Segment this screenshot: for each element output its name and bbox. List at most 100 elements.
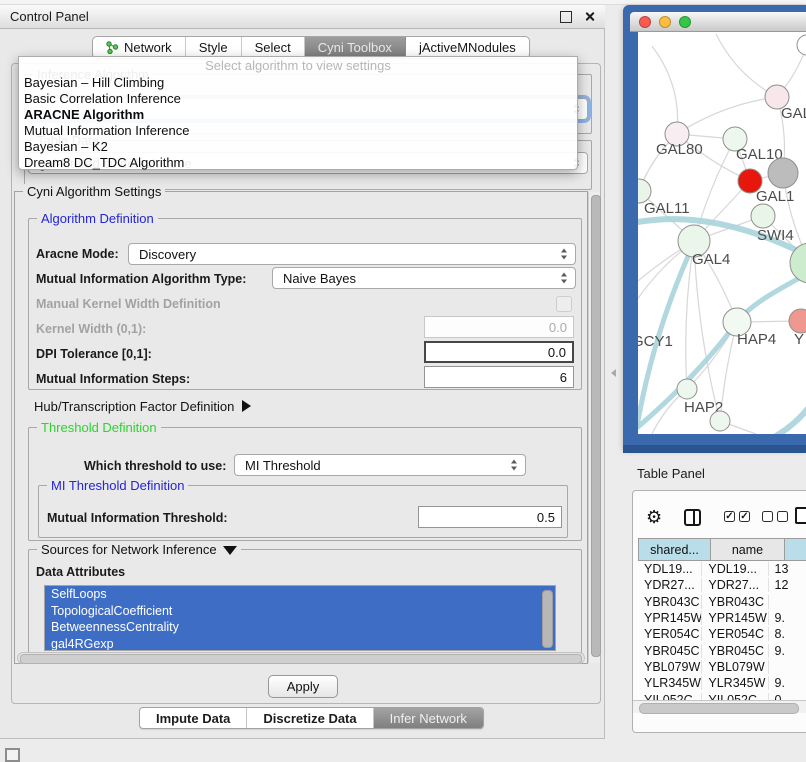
mi-type-label: Mutual Information Algorithm Type: xyxy=(36,272,246,286)
tab-network[interactable]: Network xyxy=(93,37,186,58)
column-header[interactable]: shared... xyxy=(639,539,711,560)
algorithm-option[interactable]: Basic Correlation Inference xyxy=(19,91,577,107)
horizontal-scrollbar[interactable] xyxy=(17,652,585,664)
table-row[interactable]: YDR27...YDR27...12 xyxy=(638,577,806,593)
tab-style[interactable]: Style xyxy=(186,37,242,58)
minimize-traffic-light[interactable] xyxy=(659,16,671,28)
input-value: 0.0 xyxy=(548,345,566,360)
table-cell: YDL19... xyxy=(638,562,702,576)
table-row[interactable]: YER054CYER054C8. xyxy=(638,626,806,642)
table-cell: YPR145W xyxy=(638,611,702,625)
algorithm-option[interactable]: Bayesian – Hill Climbing xyxy=(19,75,577,91)
network-graph: GALGAL80GAL10GAL1GAL11SWI4GAL4GCY1HAP4YH… xyxy=(638,32,806,434)
tab-label: Select xyxy=(255,40,291,55)
scrollbar-thumb[interactable] xyxy=(20,654,582,664)
scrollbar-thumb[interactable] xyxy=(591,195,601,657)
algorithm-option[interactable]: Dream8 DC_TDC Algorithm xyxy=(19,155,577,171)
table-cell: YIL052C xyxy=(638,693,702,700)
algorithm-option[interactable]: Bayesian – K2 xyxy=(19,139,577,155)
scrollbar-thumb[interactable] xyxy=(639,703,799,714)
table-row[interactable]: YBL079WYBL079W xyxy=(638,659,806,675)
network-edge xyxy=(652,46,678,134)
network-node-HAP2[interactable] xyxy=(677,379,697,399)
zoom-traffic-light[interactable] xyxy=(679,16,691,28)
table-cell: YER054C xyxy=(702,627,768,641)
mi-threshold-label: Mutual Information Threshold: xyxy=(47,511,228,525)
tab-select[interactable]: Select xyxy=(242,37,305,58)
splitter-handle-icon[interactable] xyxy=(611,369,616,377)
data-attribute-item[interactable]: TopologicalCoefficient xyxy=(45,603,555,620)
group-title: MI Threshold Definition xyxy=(47,478,188,493)
close-icon[interactable] xyxy=(584,11,595,22)
algorithm-option[interactable]: Mutual Information Inference xyxy=(19,123,577,139)
deselect-all-checkbox-icon[interactable] xyxy=(777,511,788,522)
chevron-updown-icon xyxy=(561,273,568,284)
table-horizontal-scrollbar[interactable] xyxy=(633,700,806,713)
list-scrollbar-thumb[interactable] xyxy=(542,590,553,648)
tab-label: jActiveMNodules xyxy=(419,40,516,55)
network-node-label: GAL11 xyxy=(644,200,690,217)
data-attribute-item[interactable]: gal4RGexp xyxy=(45,636,555,652)
network-node-label: GAL1 xyxy=(756,188,794,205)
table-row[interactable]: YBR043CYBR043C xyxy=(638,594,806,610)
network-canvas[interactable]: GALGAL80GAL10GAL1GAL11SWI4GAL4GCY1HAP4YH… xyxy=(638,32,806,434)
tab-cyni-toolbox[interactable]: Cyni Toolbox xyxy=(305,37,406,58)
which-threshold-combobox[interactable]: MI Threshold xyxy=(234,454,526,476)
table-settings-gear-icon[interactable]: ⚙ xyxy=(646,508,662,526)
algorithm-dropdown-popup: Select algorithm to view settings Bayesi… xyxy=(18,56,578,170)
expanded-arrow-icon xyxy=(223,546,237,555)
mi-algorithm-type-combobox[interactable]: Naive Bayes xyxy=(272,267,576,289)
table-row[interactable]: YDL19...YDL19...13 xyxy=(638,561,806,577)
data-attributes-label: Data Attributes xyxy=(36,565,125,579)
hub-definition-toggle[interactable]: Hub/Transcription Factor Definition xyxy=(34,399,251,414)
vertical-scrollbar[interactable] xyxy=(588,192,600,663)
network-node-Y[interactable] xyxy=(789,309,806,333)
kernel-width-input[interactable]: 0.0 xyxy=(424,316,574,338)
column-header[interactable]: name xyxy=(711,539,785,560)
select-all-checkbox-icon[interactable] xyxy=(724,511,735,522)
input-value: 0.0 xyxy=(549,320,567,335)
select-all-checkbox-icon[interactable] xyxy=(739,511,750,522)
dpi-tolerance-input[interactable]: 0.0 xyxy=(424,341,574,363)
minimized-panel-icon[interactable] xyxy=(5,748,20,762)
column-layout-icon[interactable] xyxy=(684,509,701,526)
network-node[interactable] xyxy=(768,158,798,188)
table-row[interactable]: YLR345WYLR345W9. xyxy=(638,675,806,691)
data-attributes-list[interactable]: SelfLoopsTopologicalCoefficientBetweenne… xyxy=(44,585,556,651)
sources-title: Sources for Network Inference xyxy=(41,542,217,557)
combo-value: Discovery xyxy=(139,247,196,262)
mi-steps-input[interactable]: 6 xyxy=(424,366,574,388)
close-traffic-light[interactable] xyxy=(639,16,651,28)
network-icon xyxy=(106,41,119,54)
table-row[interactable]: YIL052CYIL052C0. xyxy=(638,691,806,700)
network-node[interactable] xyxy=(710,411,730,431)
new-column-icon[interactable] xyxy=(795,507,806,524)
algorithm-option[interactable]: ARACNE Algorithm xyxy=(19,107,577,123)
network-edge xyxy=(716,34,777,97)
tab-infer-network[interactable]: Infer Network xyxy=(374,708,483,728)
network-node-SWI4[interactable] xyxy=(751,204,775,228)
network-node-label: GAL80 xyxy=(656,141,703,158)
float-window-icon[interactable] xyxy=(560,11,572,23)
tab-impute-data[interactable]: Impute Data xyxy=(140,708,247,728)
data-attribute-item[interactable]: BetweennessCentrality xyxy=(45,619,555,636)
table-cell: YER054C xyxy=(638,627,702,641)
mi-threshold-input[interactable]: 0.5 xyxy=(418,506,562,528)
deselect-all-checkbox-icon[interactable] xyxy=(762,511,773,522)
network-node-label: GCY1 xyxy=(638,333,673,350)
tab-jactivemnodules[interactable]: jActiveMNodules xyxy=(406,37,529,58)
network-window-titlebar[interactable] xyxy=(630,12,806,32)
table-row[interactable]: YPR145WYPR145W9. xyxy=(638,610,806,626)
table-body: YDL19...YDL19...13YDR27...YDR27...12YBR0… xyxy=(638,561,806,700)
manual-kernel-checkbox[interactable] xyxy=(556,296,572,312)
network-node-label: SWI4 xyxy=(757,227,794,244)
table-row[interactable]: YBR045CYBR045C9. xyxy=(638,642,806,658)
column-header[interactable] xyxy=(785,539,806,560)
aracne-mode-combobox[interactable]: Discovery xyxy=(128,243,576,265)
network-node[interactable] xyxy=(797,35,806,55)
data-attribute-item[interactable]: SelfLoops xyxy=(45,586,555,603)
tab-discretize-data[interactable]: Discretize Data xyxy=(247,708,373,728)
aracne-mode-label: Aracne Mode: xyxy=(36,247,119,261)
combo-placeholder: Select algorithm to view settings xyxy=(19,57,577,75)
apply-button[interactable]: Apply xyxy=(268,675,338,698)
